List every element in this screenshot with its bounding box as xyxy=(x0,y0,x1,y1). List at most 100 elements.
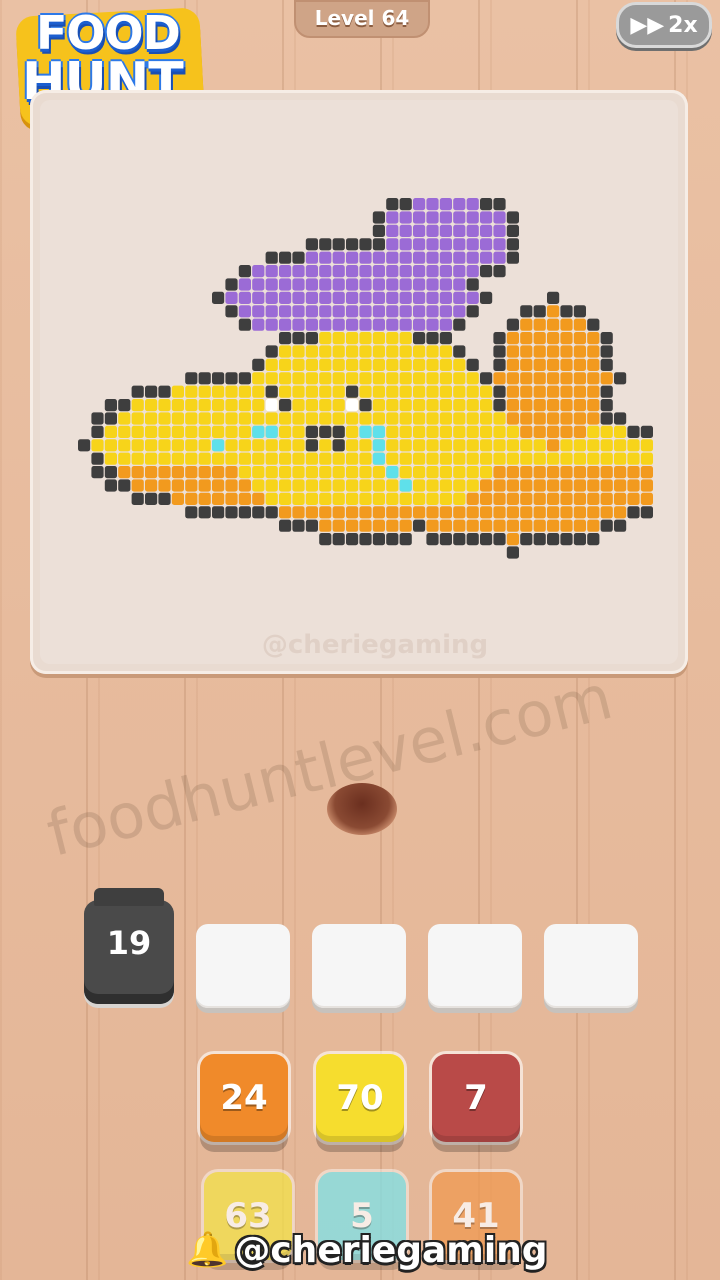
pixel-yellow xyxy=(238,452,251,465)
pixel-outline xyxy=(265,345,278,358)
pixel-orange xyxy=(600,372,613,385)
pixel-orange xyxy=(158,479,171,492)
pixel-yellow xyxy=(453,358,466,371)
pixel-yellow xyxy=(279,372,292,385)
pixel-orange xyxy=(573,345,586,358)
pixel-orange xyxy=(547,399,560,412)
pixel-outline xyxy=(225,372,238,385)
pixel-yellow xyxy=(145,412,158,425)
pixel-orange xyxy=(573,506,586,519)
pixel-yellow xyxy=(359,412,372,425)
pixel-outline xyxy=(600,358,613,371)
food-tile[interactable]: 7 xyxy=(432,1054,520,1142)
pixel-orange xyxy=(506,358,519,371)
pixel-orange xyxy=(198,492,211,505)
pixel-orange xyxy=(587,479,600,492)
pixel-yellow xyxy=(171,399,184,412)
pixel-yellow xyxy=(171,385,184,398)
pixel-yellow xyxy=(372,492,385,505)
pixel-orange xyxy=(627,466,640,479)
pixel-yellow xyxy=(305,466,318,479)
pixel-purple xyxy=(413,318,426,331)
empty-slot[interactable] xyxy=(428,924,522,1008)
pixel-outline xyxy=(533,305,546,318)
pixel-orange xyxy=(520,412,533,425)
pixel-yellow xyxy=(359,479,372,492)
pixel-purple xyxy=(386,318,399,331)
pixel-yellow xyxy=(252,412,265,425)
pixel-purple xyxy=(332,305,345,318)
pixel-outline xyxy=(587,318,600,331)
pixel-yellow xyxy=(426,358,439,371)
pixel-purple xyxy=(493,238,506,251)
pixel-orange xyxy=(640,466,653,479)
pixel-orange xyxy=(573,332,586,345)
pixel-outline xyxy=(292,332,305,345)
empty-slot[interactable] xyxy=(196,924,290,1008)
pixel-yellow xyxy=(265,452,278,465)
pixel-yellow xyxy=(118,439,131,452)
food-tile[interactable]: 70 xyxy=(316,1054,404,1142)
speed-toggle-button[interactable]: ▶▶ 2x xyxy=(616,2,712,48)
pixel-yellow xyxy=(560,439,573,452)
pixel-orange xyxy=(547,425,560,438)
pixel-outline xyxy=(332,533,345,546)
pixel-yellow xyxy=(158,399,171,412)
pixel-yellow xyxy=(265,439,278,452)
pixel-purple xyxy=(279,291,292,304)
pixel-yellow xyxy=(640,439,653,452)
pixel-orange xyxy=(533,345,546,358)
pixel-yellow xyxy=(453,412,466,425)
pixel-outline xyxy=(493,385,506,398)
pixel-tear xyxy=(399,479,412,492)
pixel-yellow xyxy=(413,492,426,505)
pixel-orange xyxy=(212,492,225,505)
pixel-purple xyxy=(466,291,479,304)
pixel-yellow xyxy=(319,358,332,371)
pixel-yellow xyxy=(319,385,332,398)
pixel-orange xyxy=(386,506,399,519)
pixel-purple xyxy=(305,305,318,318)
pixel-outline xyxy=(359,533,372,546)
pixel-outline xyxy=(225,278,238,291)
pixel-outline xyxy=(439,533,452,546)
pixel-orange xyxy=(573,318,586,331)
pixel-orange xyxy=(198,466,211,479)
pixel-orange xyxy=(171,492,184,505)
pixel-orange xyxy=(319,506,332,519)
pixel-yellow xyxy=(506,425,519,438)
jar-lid xyxy=(94,888,164,906)
pixel-purple xyxy=(252,291,265,304)
pixel-art-image[interactable] xyxy=(40,100,678,664)
pixel-purple xyxy=(439,305,452,318)
pixel-yellow xyxy=(493,425,506,438)
pixel-yellow xyxy=(426,385,439,398)
pixel-yellow xyxy=(265,479,278,492)
food-tile[interactable]: 24 xyxy=(200,1054,288,1142)
selected-jar-slot[interactable]: 19 xyxy=(84,888,174,1004)
pixel-orange xyxy=(185,479,198,492)
pixel-yellow xyxy=(319,332,332,345)
pixel-orange xyxy=(573,358,586,371)
pixel-orange xyxy=(399,519,412,532)
pixel-yellow xyxy=(426,399,439,412)
empty-slot[interactable] xyxy=(544,924,638,1008)
pixel-yellow xyxy=(346,466,359,479)
pixel-yellow xyxy=(292,452,305,465)
pixel-purple xyxy=(399,224,412,237)
pixel-yellow xyxy=(359,439,372,452)
pixel-yellow xyxy=(399,466,412,479)
pixel-yellow xyxy=(386,412,399,425)
pixel-orange xyxy=(520,479,533,492)
empty-slot[interactable] xyxy=(312,924,406,1008)
pixel-yellow xyxy=(319,412,332,425)
pixel-yellow xyxy=(386,452,399,465)
pixel-orange xyxy=(453,519,466,532)
pixel-yellow xyxy=(372,399,385,412)
pixel-yellow xyxy=(171,412,184,425)
pixel-orange xyxy=(198,479,211,492)
pixel-yellow xyxy=(292,479,305,492)
pixel-purple xyxy=(372,305,385,318)
pixel-yellow xyxy=(171,452,184,465)
pixel-purple xyxy=(279,278,292,291)
